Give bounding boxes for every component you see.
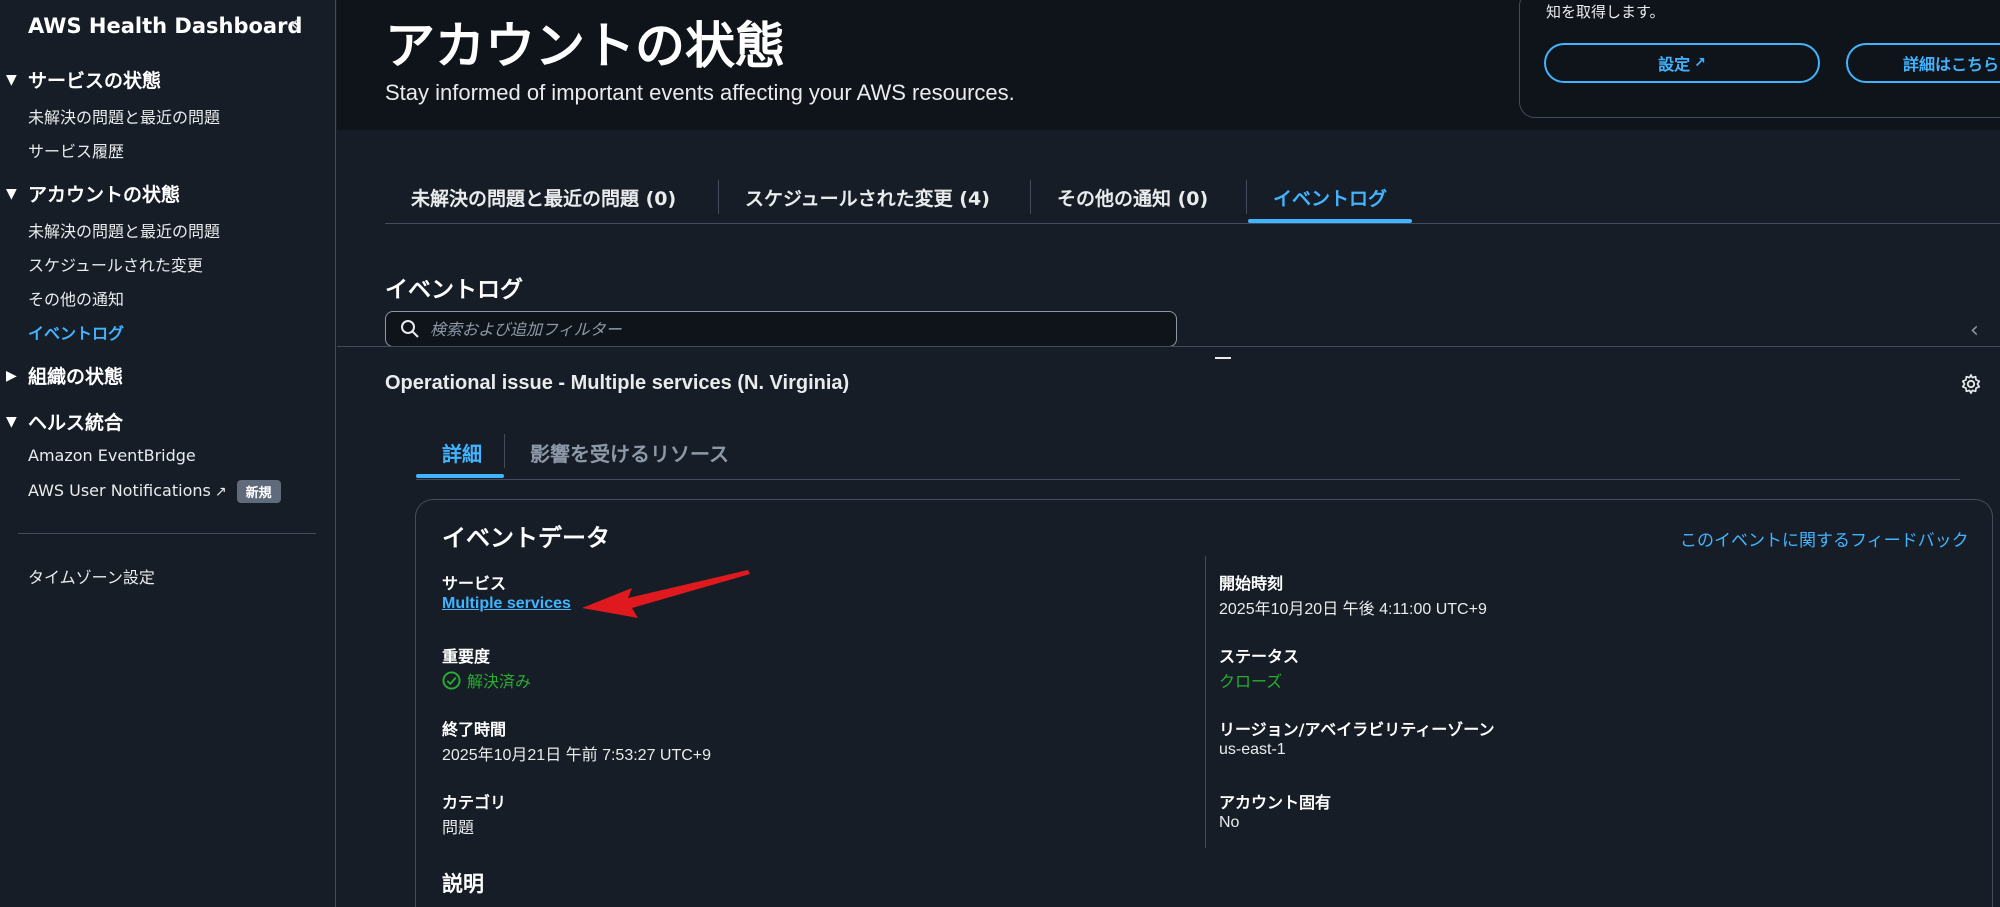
info-text: 知を取得します。 bbox=[1546, 3, 1665, 21]
tab-separator bbox=[1030, 180, 1031, 214]
card-title: イベントデータ bbox=[442, 524, 610, 552]
tab-scheduled-changes[interactable]: スケジュールされた変更 (4) bbox=[745, 184, 990, 211]
caret-down-icon: ▼ bbox=[6, 413, 17, 430]
description-heading: 説明 bbox=[442, 872, 484, 896]
tab-open-issues[interactable]: 未解決の問題と最近の問題 (0) bbox=[411, 184, 676, 211]
field-label-status: ステータス bbox=[1219, 647, 1300, 666]
field-label-service: サービス bbox=[442, 574, 507, 593]
event-title: Operational issue - Multiple services (N… bbox=[385, 372, 850, 394]
sidebar-item-service-history[interactable]: サービス履歴 bbox=[28, 138, 124, 162]
sidebar-section-label: アカウントの状態 bbox=[28, 184, 181, 206]
chevron-left-icon[interactable]: ‹ bbox=[290, 12, 299, 37]
sidebar: AWS Health Dashboard ‹ ▼ サービスの状態 未解決の問題と… bbox=[0, 0, 336, 907]
tab-event-log[interactable]: イベントログ bbox=[1273, 184, 1387, 211]
gear-icon[interactable] bbox=[1960, 373, 1982, 395]
tab-details[interactable]: 詳細 bbox=[442, 438, 482, 467]
tab-separator bbox=[1246, 180, 1247, 214]
tab-separator bbox=[504, 434, 505, 468]
event-log-heading: イベントログ bbox=[385, 277, 523, 303]
sidebar-divider bbox=[18, 533, 316, 534]
start-time-value: 2025年10月20日 午後 4:11:00 UTC+9 bbox=[1219, 601, 1487, 618]
external-link-icon: ↗ bbox=[214, 484, 227, 500]
active-tab-indicator bbox=[1248, 219, 1412, 223]
sidebar-section-label: 組織の状態 bbox=[28, 366, 124, 388]
field-label-region: リージョン/アベイラビリティーゾーン bbox=[1219, 720, 1495, 739]
learn-more-button-label: 詳細はこちら bbox=[1902, 55, 1999, 74]
sidebar-item-other-notifications[interactable]: その他の通知 bbox=[28, 286, 124, 310]
sidebar-section-label: サービスの状態 bbox=[28, 70, 162, 92]
sidebar-section-health-integrations[interactable]: ▼ ヘルス統合 bbox=[6, 408, 123, 435]
info-panel: 知を取得します。 設定 ↗ 詳細はこちら bbox=[1519, 0, 2000, 118]
check-circle-icon bbox=[442, 670, 461, 690]
learn-more-button[interactable]: 詳細はこちら bbox=[1846, 43, 2000, 83]
tab-affected-resources[interactable]: 影響を受けるリソース bbox=[530, 438, 729, 467]
detail-tabs: 詳細 影響を受けるリソース bbox=[416, 430, 1960, 480]
page-title: アカウントの状態 bbox=[385, 17, 785, 75]
sidebar-item-scheduled-changes[interactable]: スケジュールされた変更 bbox=[28, 252, 203, 276]
sidebar-item-event-log[interactable]: イベントログ bbox=[28, 320, 124, 344]
sidebar-item-account-open-issues[interactable]: 未解決の問題と最近の問題 bbox=[28, 218, 220, 242]
sidebar-item-service-open-issues[interactable]: 未解決の問題と最近の問題 bbox=[28, 104, 220, 128]
sidebar-item-timezone-settings[interactable]: タイムゾーン設定 bbox=[28, 564, 155, 588]
split-panel-divider bbox=[337, 346, 2000, 347]
active-tab-indicator bbox=[416, 474, 504, 478]
sidebar-item-label: AWS User Notifications bbox=[28, 481, 211, 500]
search-icon bbox=[401, 320, 419, 338]
caret-right-icon: ▶ bbox=[6, 367, 17, 384]
annotation-arrow-icon bbox=[582, 570, 750, 618]
external-link-icon: ↗ bbox=[1694, 55, 1706, 71]
column-divider bbox=[1205, 556, 1206, 848]
new-badge: 新規 bbox=[236, 480, 281, 503]
sidebar-item-eventbridge[interactable]: Amazon EventBridge bbox=[28, 446, 196, 465]
account-specific-value: No bbox=[1219, 814, 1240, 831]
page-subtitle: Stay informed of important events affect… bbox=[385, 80, 1015, 105]
sidebar-section-account-health[interactable]: ▼ アカウントの状態 bbox=[6, 180, 180, 207]
sidebar-section-org-health[interactable]: ▶ 組織の状態 bbox=[6, 362, 123, 389]
sidebar-item-user-notifications[interactable]: AWS User Notifications ↗ 新規 bbox=[28, 480, 281, 503]
end-time-value: 2025年10月21日 午前 7:53:27 UTC+9 bbox=[442, 747, 712, 764]
field-label-start-time: 開始時刻 bbox=[1219, 574, 1284, 593]
main-tabs: 未解決の問題と最近の問題 (0) スケジュールされた変更 (4) その他の通知 … bbox=[385, 172, 2000, 224]
sidebar-section-label: ヘルス統合 bbox=[28, 412, 124, 434]
chevron-left-icon[interactable]: ‹ bbox=[1970, 318, 1979, 343]
search-input[interactable] bbox=[430, 319, 1150, 339]
severity-value: 解決済み bbox=[442, 668, 531, 692]
sidebar-section-service-health[interactable]: ▼ サービスの状態 bbox=[6, 66, 161, 93]
field-label-end-time: 終了時間 bbox=[442, 720, 507, 739]
field-label-category: カテゴリ bbox=[442, 793, 507, 812]
page-header: アカウントの状態 Stay informed of important even… bbox=[337, 0, 2000, 130]
severity-text: 解決済み bbox=[467, 674, 532, 691]
category-value: 問題 bbox=[442, 820, 475, 837]
settings-button[interactable]: 設定 ↗ bbox=[1544, 43, 1820, 83]
field-label-severity: 重要度 bbox=[442, 647, 491, 666]
search-filter-box[interactable] bbox=[385, 311, 1177, 347]
settings-button-label: 設定 bbox=[1658, 55, 1691, 74]
caret-down-icon: ▼ bbox=[6, 71, 17, 88]
resize-handle[interactable] bbox=[1215, 357, 1231, 359]
tab-other-notifications[interactable]: その他の通知 (0) bbox=[1057, 184, 1208, 211]
feedback-link[interactable]: このイベントに関するフィードバック bbox=[1680, 526, 1969, 551]
region-value: us-east-1 bbox=[1219, 741, 1286, 758]
status-value: クローズ bbox=[1219, 674, 1283, 691]
service-link[interactable]: Multiple services bbox=[442, 595, 571, 613]
tab-separator bbox=[718, 180, 719, 214]
caret-down-icon: ▼ bbox=[6, 185, 17, 202]
field-label-account-specific: アカウント固有 bbox=[1219, 793, 1332, 812]
sidebar-title[interactable]: AWS Health Dashboard bbox=[28, 14, 302, 38]
